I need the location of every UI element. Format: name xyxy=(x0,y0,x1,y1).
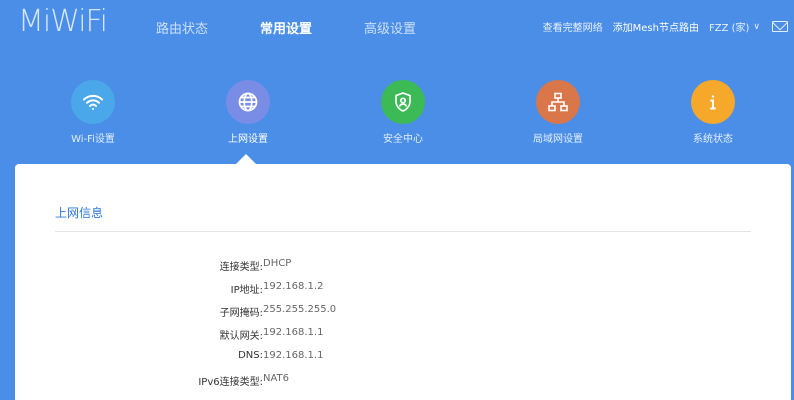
menu-label: 局域网设置 xyxy=(533,134,583,145)
main-nav: 路由状态 常用设置 高级设置 xyxy=(156,18,468,37)
network-icon xyxy=(536,80,580,124)
menu-label: 上网设置 xyxy=(228,134,268,145)
panel-title: 上网信息 xyxy=(55,206,104,220)
add-mesh-link[interactable]: 添加Mesh节点路由 xyxy=(613,19,699,34)
row-value: 192.168.1.2 xyxy=(263,281,324,292)
active-menu-pointer xyxy=(236,154,256,164)
nav-common-settings[interactable]: 常用设置 xyxy=(260,18,312,37)
info-icon xyxy=(691,80,735,124)
menu-wifi-settings[interactable]: Wi-Fi设置 xyxy=(43,80,143,145)
row-label: IP地址: xyxy=(230,285,263,296)
menu-lan-settings[interactable]: 局域网设置 xyxy=(508,80,608,145)
header-actions: 查看完整网络 添加Mesh节点路由 FZZ (家) ∨ xyxy=(543,19,788,34)
wifi-icon xyxy=(71,80,115,124)
settings-menu: Wi-Fi设置 上网设置 安全中心 局域网设置 系统状态 xyxy=(0,80,794,164)
menu-label: 安全中心 xyxy=(383,134,423,145)
miwifi-logo[interactable]: MiWiFi xyxy=(18,4,108,39)
nav-advanced-settings[interactable]: 高级设置 xyxy=(364,18,416,37)
row-value: 192.168.1.1 xyxy=(263,327,324,338)
info-row-ip-address: IP地址: 192.168.1.2 xyxy=(15,281,791,297)
info-row-connection-type: 连接类型: DHCP xyxy=(15,258,791,274)
user-menu[interactable]: FZZ (家) ∨ xyxy=(708,19,760,35)
nav-router-status[interactable]: 路由状态 xyxy=(156,18,208,37)
globe-icon xyxy=(226,80,270,124)
row-label: 子网掩码: xyxy=(219,308,263,319)
chevron-down-icon: ∨ xyxy=(753,21,760,32)
info-row-dns: DNS: 192.168.1.1 xyxy=(15,350,791,366)
row-label: DNS: xyxy=(238,350,263,361)
menu-internet-settings[interactable]: 上网设置 xyxy=(198,80,298,145)
menu-system-status[interactable]: 系统状态 xyxy=(663,80,763,145)
row-label: 连接类型: xyxy=(219,262,263,273)
row-value: 255.255.255.0 xyxy=(263,304,337,315)
view-full-network-link[interactable]: 查看完整网络 xyxy=(543,19,603,34)
menu-security-center[interactable]: 安全中心 xyxy=(353,80,453,145)
divider xyxy=(55,231,751,232)
user-name: FZZ (家) xyxy=(708,23,750,34)
row-label: 默认网关: xyxy=(219,331,263,342)
top-bar: MiWiFi 路由状态 常用设置 高级设置 查看完整网络 添加Mesh节点路由 … xyxy=(0,0,794,56)
info-row-default-gateway: 默认网关: 192.168.1.1 xyxy=(15,327,791,343)
mail-icon[interactable] xyxy=(772,21,788,32)
info-row-ipv6-connection-type: IPv6连接类型: NAT6 xyxy=(15,373,791,389)
info-row-subnet-mask: 子网掩码: 255.255.255.0 xyxy=(15,304,791,320)
row-value: DHCP xyxy=(263,258,292,269)
menu-label: Wi-Fi设置 xyxy=(71,134,115,145)
row-value: NAT6 xyxy=(263,373,290,384)
internet-info-panel: 上网信息 连接类型: DHCP IP地址: 192.168.1.2 子网掩码: … xyxy=(15,164,791,400)
row-label: IPv6连接类型: xyxy=(198,377,263,388)
menu-label: 系统状态 xyxy=(693,134,733,145)
shield-user-icon xyxy=(381,80,425,124)
row-value: 192.168.1.1 xyxy=(263,350,324,361)
